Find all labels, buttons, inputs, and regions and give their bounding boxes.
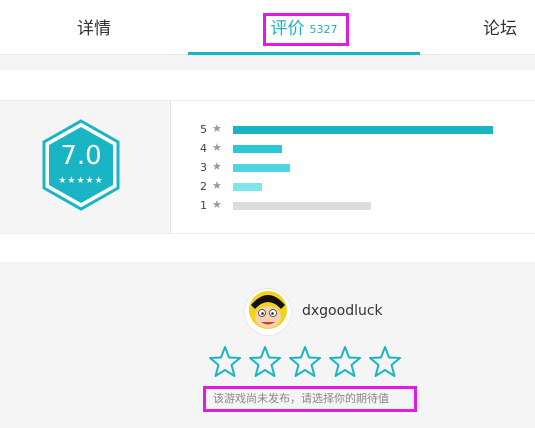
tab-forum[interactable]: 论坛 [420, 4, 535, 54]
highlight-box-review-tab [263, 13, 349, 46]
rating-row-label: 2 [200, 180, 207, 193]
rating-bar [233, 145, 282, 153]
rating-bar [233, 202, 371, 210]
username: dxgoodluck [302, 303, 383, 319]
user-avatar [245, 289, 291, 335]
section-divider [0, 55, 535, 70]
rating-row-label: 4 [200, 142, 207, 155]
average-score: 7.0 [60, 141, 102, 171]
star-4-icon[interactable] [328, 345, 362, 379]
star-icon: ★ [212, 160, 222, 173]
star-icon: ★ [212, 141, 222, 154]
star-5-icon[interactable] [368, 345, 402, 379]
star-3-icon[interactable] [288, 345, 322, 379]
star-1-icon[interactable] [208, 345, 242, 379]
score-stars: ★★★★★ [58, 176, 104, 186]
tab-detail[interactable]: 详情 [0, 4, 188, 54]
avatar-face-icon [245, 289, 291, 335]
rating-row-label: 5 [200, 123, 207, 136]
rating-panel: 7.0 ★★★★★ 5 ★ 4 ★ 3 ★ 2 ★ 1 ★ [0, 100, 535, 234]
rating-bar [233, 164, 290, 172]
score-box: 7.0 ★★★★★ [0, 101, 171, 233]
highlight-box-hint [203, 386, 417, 412]
rating-bar [233, 183, 262, 191]
star-icon: ★ [212, 198, 222, 211]
star-2-icon[interactable] [248, 345, 282, 379]
star-icon: ★ [212, 122, 222, 135]
expectation-star-rating [208, 345, 404, 379]
star-icon: ★ [212, 179, 222, 192]
rating-row-label: 1 [200, 199, 207, 212]
rating-bar [233, 126, 493, 134]
rating-row-label: 3 [200, 161, 207, 174]
